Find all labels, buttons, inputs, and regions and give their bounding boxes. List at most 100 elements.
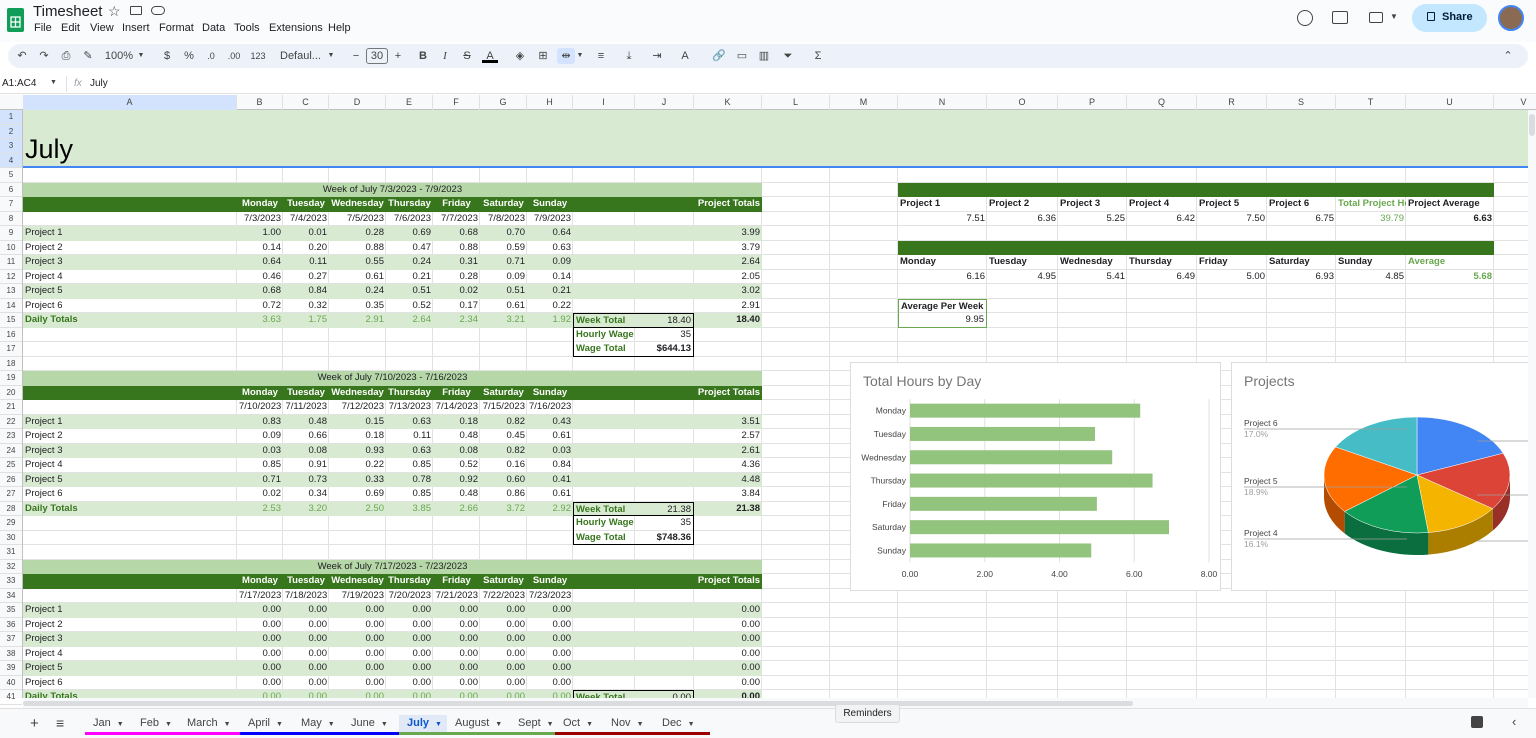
project-total-cell[interactable]: 2.05	[694, 270, 762, 285]
summary-project-value[interactable]: 6.42	[1127, 212, 1197, 227]
row-header[interactable]: 28	[0, 502, 22, 516]
column-header[interactable]: S	[1267, 95, 1336, 110]
horizontal-align-icon[interactable]: ≡	[593, 48, 609, 64]
share-button[interactable]: Share	[1412, 4, 1487, 32]
column-header[interactable]: U	[1406, 95, 1494, 110]
row-header[interactable]: 5	[0, 168, 22, 183]
hours-cell[interactable]: 0.00	[329, 632, 386, 647]
summary-day-value[interactable]: 6.16	[898, 270, 987, 285]
hours-cell[interactable]: 0.00	[283, 618, 329, 633]
project-total-cell[interactable]: 3.02	[694, 284, 762, 299]
vertical-scrollbar-thumb[interactable]	[1529, 114, 1535, 136]
menu-item-edit[interactable]: Edit	[61, 22, 80, 34]
chevron-down-icon[interactable]: ▼	[637, 721, 644, 728]
row-header[interactable]: 35	[0, 603, 22, 618]
daily-total-cell[interactable]: 3.21	[480, 313, 527, 328]
hours-cell[interactable]: 0.00	[329, 603, 386, 618]
menu-item-tools[interactable]: Tools	[234, 22, 260, 34]
hours-cell[interactable]: 0.00	[237, 647, 283, 662]
project-total-cell[interactable]: 2.61	[694, 444, 762, 459]
project-name[interactable]: Project 3	[23, 444, 237, 459]
project-name[interactable]: Project 1	[23, 226, 237, 241]
hours-cell[interactable]: 0.09	[480, 270, 527, 285]
hours-cell[interactable]: 0.84	[283, 284, 329, 299]
row-header[interactable]: 39	[0, 661, 22, 676]
column-header[interactable]: J	[635, 95, 694, 110]
vertical-scrollbar[interactable]	[1528, 110, 1536, 698]
week-total-value[interactable]: 21.38	[635, 501, 694, 516]
meet-chevron-down-icon[interactable]: ▼	[1390, 12, 1398, 21]
hours-cell[interactable]: 0.14	[237, 241, 283, 256]
hours-cell[interactable]: 0.00	[480, 618, 527, 633]
name-box-chevron-down-icon[interactable]: ▼	[50, 79, 57, 86]
hours-cell[interactable]: 0.09	[237, 429, 283, 444]
sheet-tab-may[interactable]: May ▼	[293, 715, 343, 735]
daily-total-cell[interactable]: 0.00	[283, 690, 329, 698]
daily-total-cell[interactable]: 0.00	[237, 690, 283, 698]
menu-item-format[interactable]: Format	[159, 22, 194, 34]
font-size-increase-button[interactable]: +	[392, 48, 404, 64]
print-icon[interactable]: ⎙	[58, 48, 74, 64]
row-header[interactable]: 14	[0, 299, 22, 313]
pie-chart[interactable]: Projects Project 6 17.0% Project 5 18.9% Pro…	[1231, 362, 1536, 591]
avg-per-week-value[interactable]: 9.95	[898, 313, 987, 328]
chevron-down-icon[interactable]: ▼	[495, 721, 502, 728]
sheet-tab-sept[interactable]: Sept ▼	[510, 715, 555, 735]
hours-cell[interactable]: 0.00	[283, 632, 329, 647]
paint-format-icon[interactable]: ✎	[80, 48, 96, 64]
hours-cell[interactable]: 0.24	[386, 255, 433, 270]
daily-total-cell[interactable]: 3.72	[480, 502, 527, 517]
bar[interactable]	[910, 403, 1141, 418]
grand-total-cell[interactable]: 0.00	[694, 690, 762, 698]
hours-cell[interactable]: 0.63	[386, 444, 433, 459]
column-header[interactable]: L	[762, 95, 830, 110]
summary-project-value[interactable]: 7.50	[1197, 212, 1267, 227]
daily-total-cell[interactable]: 2.53	[237, 502, 283, 517]
hours-cell[interactable]: 0.84	[527, 458, 573, 473]
summary-project-value[interactable]: 6.36	[987, 212, 1058, 227]
project-total-cell[interactable]: 2.64	[694, 255, 762, 270]
hours-cell[interactable]: 0.43	[527, 415, 573, 430]
hours-cell[interactable]: 0.55	[329, 255, 386, 270]
hours-cell[interactable]: 0.69	[329, 487, 386, 502]
hours-cell[interactable]: 0.92	[433, 473, 480, 488]
hours-cell[interactable]: 0.00	[480, 632, 527, 647]
daily-total-cell[interactable]: 3.20	[283, 502, 329, 517]
menu-item-help[interactable]: Help	[328, 22, 351, 34]
date-cell[interactable]: 7/7/2023	[433, 212, 480, 227]
hours-cell[interactable]: 0.00	[329, 618, 386, 633]
hours-cell[interactable]: 0.01	[283, 226, 329, 241]
text-rotation-icon[interactable]: A	[677, 48, 693, 64]
sheet-tab-nov[interactable]: Nov ▼	[603, 715, 654, 735]
summary-day-value[interactable]: 5.41	[1058, 270, 1127, 285]
row-header[interactable]: 33	[0, 574, 22, 589]
hours-cell[interactable]: 0.48	[433, 429, 480, 444]
daily-total-cell[interactable]: 2.92	[527, 502, 573, 517]
hours-cell[interactable]: 0.00	[480, 676, 527, 691]
hours-cell[interactable]: 0.61	[480, 299, 527, 314]
date-cell[interactable]: 7/10/2023	[237, 400, 283, 415]
hourly-wage-value[interactable]: 35	[635, 327, 694, 342]
hours-cell[interactable]: 0.51	[386, 284, 433, 299]
date-cell[interactable]: 7/21/2023	[433, 589, 480, 604]
column-header[interactable]: O	[987, 95, 1058, 110]
project-total-cell[interactable]: 0.00	[694, 661, 762, 676]
date-cell[interactable]: 7/11/2023	[283, 400, 329, 415]
project-name[interactable]: Project 1	[23, 603, 237, 618]
hours-cell[interactable]: 0.31	[433, 255, 480, 270]
percent-button[interactable]: %	[182, 48, 196, 64]
chevron-down-icon[interactable]: ▼	[435, 721, 442, 728]
column-header[interactable]: B	[237, 95, 283, 110]
meet-icon[interactable]	[1369, 12, 1383, 23]
chevron-down-icon[interactable]: ▼	[276, 721, 283, 728]
project-name[interactable]: Project 6	[23, 487, 237, 502]
hours-cell[interactable]: 0.00	[527, 618, 573, 633]
row-header[interactable]: 1	[0, 110, 22, 125]
hours-cell[interactable]: 0.78	[386, 473, 433, 488]
project-name[interactable]: Project 3	[23, 255, 237, 270]
hours-cell[interactable]: 0.35	[329, 299, 386, 314]
hours-cell[interactable]: 0.00	[527, 661, 573, 676]
hours-cell[interactable]: 0.86	[480, 487, 527, 502]
row-header[interactable]: 16	[0, 328, 22, 342]
column-header[interactable]: T	[1336, 95, 1406, 110]
